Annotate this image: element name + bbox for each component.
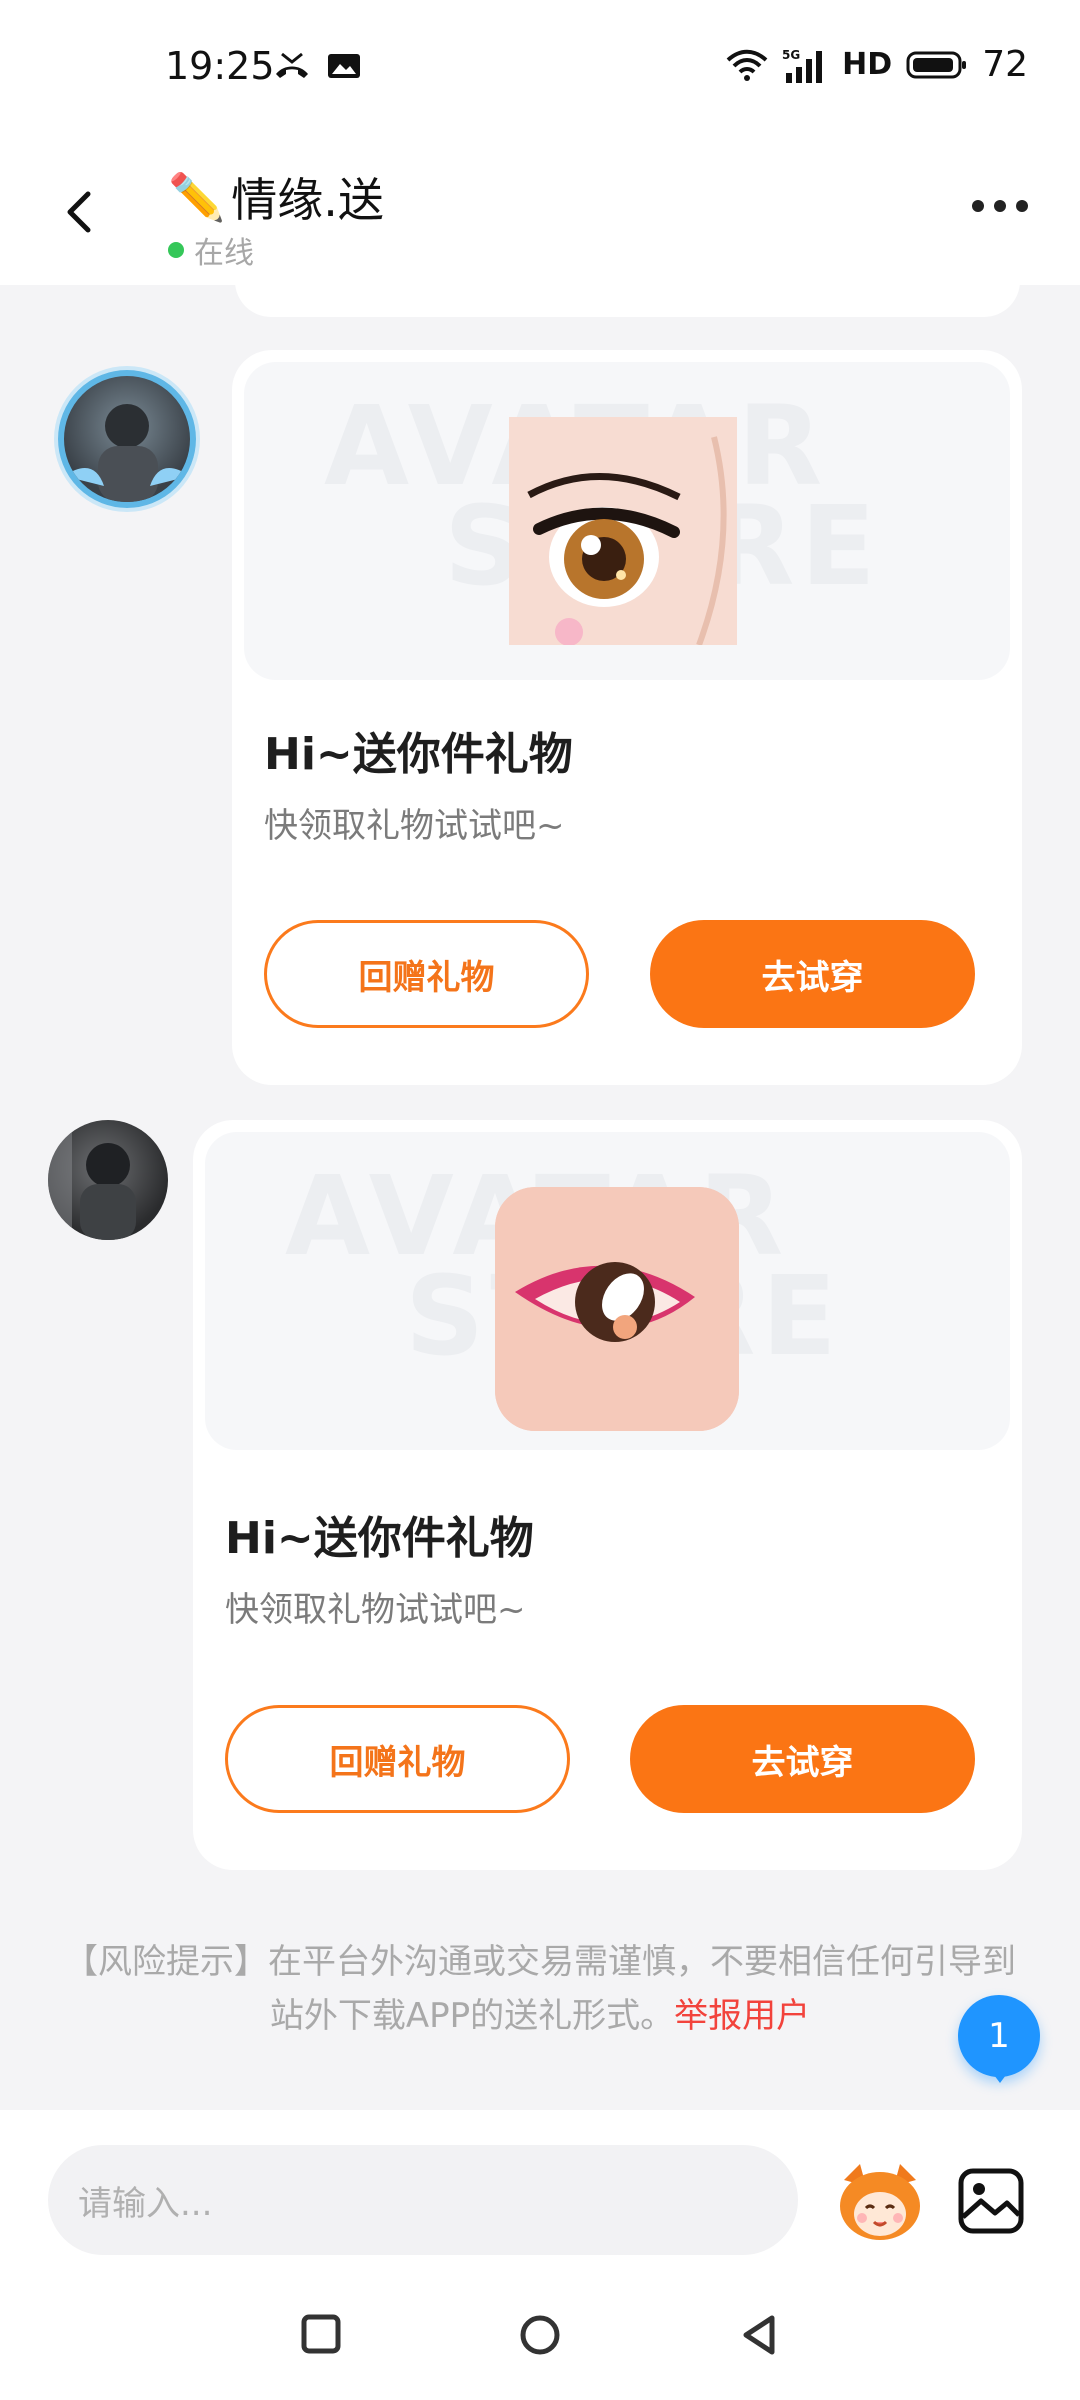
previous-message-card (235, 285, 1020, 317)
pink-eye-icon (495, 1187, 739, 1431)
gallery-notification-icon (328, 54, 360, 78)
more-dot-icon (1016, 200, 1028, 212)
avatar-image (48, 1120, 136, 1240)
sender-avatar[interactable] (58, 370, 196, 508)
missed-call-icon (276, 52, 308, 78)
gift-message-card[interactable]: AVATAR STORE Hi~送你件礼物 快领取礼物试试吧~ 回赠礼物 去试穿 (193, 1120, 1022, 1870)
sticker-mascot-button[interactable] (830, 2150, 930, 2250)
home-button[interactable] (518, 2313, 562, 2361)
sender-avatar[interactable] (48, 1120, 168, 1240)
unread-count-badge[interactable]: 1 (958, 1995, 1040, 2077)
square-icon (301, 2314, 341, 2354)
status-right: 5G HD 72 (726, 44, 1028, 85)
wifi-icon (726, 49, 768, 81)
back-nav-button[interactable] (738, 2313, 780, 2361)
circle-icon (520, 2315, 560, 2355)
recent-apps-button[interactable] (300, 2313, 342, 2359)
image-icon (958, 2168, 1024, 2234)
svg-text:5G: 5G (782, 48, 800, 62)
gift-eye-image (509, 417, 737, 645)
battery-level: 72 (982, 44, 1028, 85)
more-dot-icon (972, 200, 984, 212)
online-status-text: 在线 (194, 236, 254, 271)
gift-message-subtitle: 快领取礼物试试吧~ (264, 806, 565, 846)
triangle-back-icon (743, 2315, 775, 2355)
risk-notice: 【风险提示】在平台外沟通或交易需谨慎，不要相信任何引导到站外下载APP的送礼形式… (60, 1935, 1020, 2043)
status-time: 19:25 (165, 44, 275, 88)
send-image-button[interactable] (955, 2165, 1027, 2237)
message-input-bar: 请输入... (0, 2110, 1080, 2275)
cellular-signal-icon: 5G (782, 48, 823, 83)
fox-mascot-icon (840, 2164, 920, 2240)
online-status: 在线 (168, 228, 254, 272)
risk-notice-text: 【风险提示】在平台外沟通或交易需谨慎，不要相信任何引导到站外下载APP的送礼形式… (64, 1942, 1016, 2036)
gift-message-title: Hi~送你件礼物 (264, 729, 573, 780)
status-bar: 19:25 5G HD 72 (0, 0, 1080, 140)
chat-message-list[interactable]: AVATAR STORE Hi~送你件礼物 快领取礼物试试吧~ 回赠礼物 去试穿… (0, 285, 1080, 2110)
return-gift-button[interactable]: 回赠礼物 (264, 920, 589, 1028)
gift-eye-image (495, 1187, 739, 1431)
message-input[interactable]: 请输入... (48, 2145, 798, 2255)
gift-preview: AVATAR STORE (205, 1132, 1010, 1450)
avatar-image (64, 404, 190, 502)
back-button[interactable] (52, 182, 112, 242)
try-on-button[interactable]: 去试穿 (650, 920, 975, 1028)
chevron-left-icon (67, 191, 91, 233)
anime-eye-icon (509, 417, 737, 645)
gift-message-title: Hi~送你件礼物 (225, 1513, 534, 1564)
online-dot-icon (168, 242, 184, 258)
battery-icon (906, 51, 967, 78)
contact-name[interactable]: ✏️ 情缘.送 (168, 164, 384, 230)
gift-message-subtitle: 快领取礼物试试吧~ (225, 1590, 526, 1630)
more-options-button[interactable] (972, 200, 1028, 212)
more-dot-icon (994, 200, 1006, 212)
gift-preview: AVATAR STORE (244, 362, 1010, 680)
contact-name-text: 情缘.送 (231, 173, 384, 227)
pencil-icon: ✏️ (168, 169, 226, 224)
system-navigation-bar (0, 2275, 1080, 2400)
status-notification-icons (272, 50, 362, 82)
chat-header: ✏️ 情缘.送 在线 (0, 140, 1080, 285)
try-on-button[interactable]: 去试穿 (630, 1705, 975, 1813)
gift-message-card[interactable]: AVATAR STORE Hi~送你件礼物 快领取礼物试试吧~ 回赠礼物 去试穿 (232, 350, 1022, 1085)
report-user-link[interactable]: 举报用户 (674, 1996, 810, 2036)
hd-indicator: HD (842, 47, 893, 82)
return-gift-button[interactable]: 回赠礼物 (225, 1705, 570, 1813)
badge-pointer (988, 2067, 1012, 2083)
